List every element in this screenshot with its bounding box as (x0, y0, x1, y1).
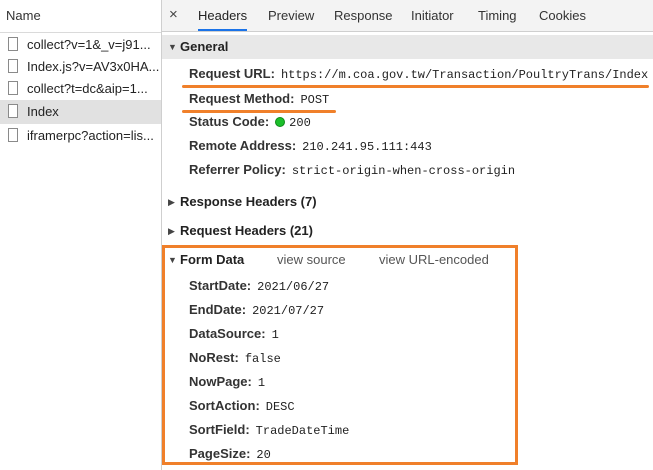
request-method-value: POST (300, 93, 330, 107)
expanded-triangle-icon: ▼ (168, 42, 177, 52)
file-icon (8, 59, 18, 73)
form-field-key: SortAction: (189, 398, 260, 413)
request-item[interactable]: collect?t=dc&aip=1... (0, 77, 161, 101)
section-title: General (180, 39, 229, 54)
form-field-key: SortField: (189, 422, 250, 437)
referrer-policy-key: Referrer Policy: (189, 162, 286, 177)
file-icon (8, 81, 18, 95)
form-field-value: 2021/07/27 (252, 304, 325, 318)
form-field-row: NoRest: false (189, 347, 281, 369)
tab-headers[interactable]: Headers (198, 0, 248, 31)
form-field-value: false (244, 352, 281, 366)
form-field-value: 20 (256, 448, 271, 462)
request-item[interactable]: collect?v=1&_v=j91... (0, 33, 161, 57)
collapsed-triangle-icon: ▶ (168, 197, 175, 207)
tab-cookies[interactable]: Cookies (539, 0, 586, 31)
view-url-encoded-link[interactable]: view URL-encoded (379, 252, 489, 267)
form-field-key: DataSource: (189, 326, 266, 341)
section-title: Request Headers (21) (180, 223, 313, 238)
file-icon (8, 37, 18, 51)
form-field-value: TradeDateTime (255, 424, 350, 438)
request-details-panel: × Headers Preview Response Initiator Tim… (162, 0, 653, 470)
form-field-key: EndDate: (189, 302, 247, 317)
response-headers-section[interactable]: ▶ Response Headers (7) (162, 190, 653, 214)
form-field-row: SortAction: DESC (189, 395, 295, 417)
form-field-value: 1 (271, 328, 279, 342)
form-field-key: NowPage: (189, 374, 252, 389)
request-item[interactable]: Index.js?v=AV3x0HA... (0, 55, 161, 79)
request-url-row: Request URL: https://m.coa.gov.tw/Transac… (189, 63, 648, 85)
expanded-triangle-icon: ▼ (168, 255, 177, 265)
form-field-value: 1 (257, 376, 266, 390)
referrer-policy-value: strict-origin-when-cross-origin (291, 164, 516, 178)
status-code-key: Status Code: (189, 114, 270, 129)
file-icon (8, 104, 18, 118)
tab-initiator[interactable]: Initiator (411, 0, 454, 31)
request-headers-section[interactable]: ▶ Request Headers (21) (162, 219, 653, 243)
request-item-selected[interactable]: Index (0, 100, 161, 124)
request-item-name: collect?v=1&_v=j91... (27, 37, 151, 52)
form-field-row: DataSource: 1 (189, 323, 279, 345)
tab-response[interactable]: Response (334, 0, 393, 31)
request-item-name: collect?t=dc&aip=1... (27, 81, 148, 96)
form-field-value: 2021/06/27 (257, 280, 330, 294)
section-title: Response Headers (7) (180, 194, 317, 209)
form-field-key: NoRest: (189, 350, 239, 365)
request-method-key: Request Method: (189, 91, 295, 106)
request-list-panel: Name collect?v=1&_v=j91... Index.js?v=AV… (0, 0, 162, 470)
request-method-row: Request Method: POST (189, 88, 329, 110)
status-code-row: Status Code: 200 (189, 111, 311, 133)
close-icon[interactable]: × (169, 6, 178, 23)
name-column-header[interactable]: Name (0, 0, 161, 33)
file-icon (8, 128, 18, 142)
details-tab-bar: × Headers Preview Response Initiator Tim… (162, 0, 653, 32)
form-field-row: PageSize: 20 (189, 443, 271, 465)
remote-address-value: 210.241.95.111:443 (302, 140, 432, 154)
form-field-key: StartDate: (189, 278, 252, 293)
form-field-row: StartDate: 2021/06/27 (189, 275, 329, 297)
remote-address-key: Remote Address: (189, 138, 297, 153)
form-field-row: SortField: TradeDateTime (189, 419, 349, 441)
tab-preview[interactable]: Preview (268, 0, 314, 31)
request-url-value: https://m.coa.gov.tw/Transaction/Poultry… (280, 68, 649, 82)
view-source-link[interactable]: view source (277, 252, 346, 267)
remote-address-row: Remote Address: 210.241.95.111:443 (189, 135, 432, 157)
section-title: Form Data (180, 252, 245, 267)
request-item[interactable]: iframerpc?action=lis... (0, 124, 161, 148)
form-field-key: PageSize: (189, 446, 251, 461)
status-ok-icon (275, 117, 286, 127)
general-section-header[interactable]: ▼ General (162, 35, 653, 59)
collapsed-triangle-icon: ▶ (168, 226, 175, 236)
request-item-name: iframerpc?action=lis... (27, 128, 154, 143)
form-field-row: EndDate: 2021/07/27 (189, 299, 324, 321)
request-item-name: Index.js?v=AV3x0HA... (27, 59, 160, 74)
status-code-value: 200 (289, 116, 311, 130)
form-field-row: NowPage: 1 (189, 371, 265, 393)
tab-timing[interactable]: Timing (478, 0, 517, 31)
request-item-name: Index (27, 104, 59, 119)
request-url-key: Request URL: (189, 66, 275, 81)
form-field-value: DESC (265, 400, 295, 414)
referrer-policy-row: Referrer Policy: strict-origin-when-cross… (189, 159, 515, 181)
